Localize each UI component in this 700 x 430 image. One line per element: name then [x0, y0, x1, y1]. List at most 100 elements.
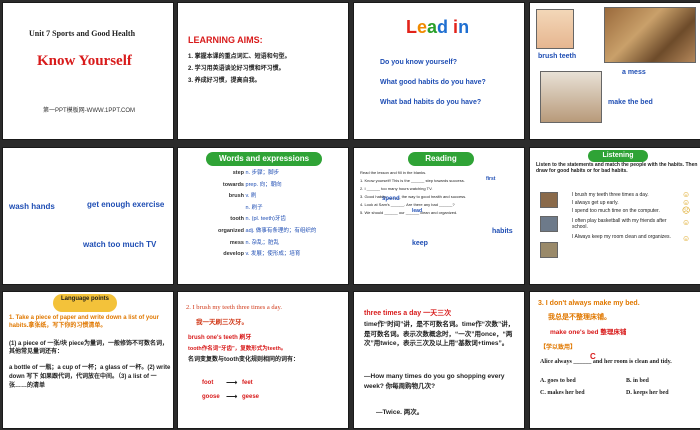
- point-text: (1) a piece of 一张/块 piece为量词，一般修饰不可数名词，其…: [9, 341, 169, 355]
- boy-brushing-photo: [536, 9, 574, 49]
- answer-text: first: [486, 176, 496, 182]
- point-text: 我总是不整理床铺。: [548, 314, 611, 321]
- blank-line: 1. Know yourself! This is the ______ ste…: [360, 178, 465, 183]
- word-to: geese: [242, 394, 260, 400]
- instruction-text: Listen to the statements and match the p…: [536, 162, 698, 174]
- statement: I often play basketball with my friends …: [572, 218, 667, 230]
- word-list: step n. 步骤；脚步 towards prep. 向；朝向 brush v…: [218, 170, 317, 258]
- person-photo: [540, 242, 558, 258]
- option: C. makes her bed: [540, 390, 585, 396]
- point-text: —Twice. 两次。: [376, 409, 424, 416]
- point-text: 1. Take a piece of paper and write down …: [9, 315, 159, 329]
- statement: I always get up early.: [572, 200, 619, 206]
- statement: I brush my teeth three times a day.: [572, 192, 649, 198]
- slide-thumbnail-2[interactable]: LEARNING AIMS: 1. 掌握本课的重点词汇、短语和句型。 2. 学习…: [177, 2, 349, 140]
- smiley-icon: ☺: [682, 234, 691, 243]
- messy-room-photo: [604, 7, 696, 63]
- word-to: feet: [242, 380, 253, 386]
- point-text: brush one's teeth 刷牙: [188, 335, 252, 341]
- slide-number: 9: [160, 420, 164, 426]
- point-text: time作“时间”讲，是不可数名词。time作“次数”讲，是可数名词。表示次数概…: [364, 321, 515, 347]
- slide-number: 12: [686, 420, 693, 426]
- point-text: 3. I don't always make my bed.: [538, 300, 640, 307]
- arrow-icon: ⟶: [226, 378, 238, 387]
- blank-line: 3. Good habits ______ the way to good he…: [360, 194, 467, 199]
- slide-thumbnail-5[interactable]: wash hands get enough exercise watch too…: [2, 147, 174, 285]
- point-text: make one's bed 整理床铺: [550, 329, 627, 336]
- blank-line: 4. Look at Sam's ______. Are there any b…: [360, 202, 455, 207]
- statement: I spend too much time on the computer.: [572, 208, 660, 214]
- slide-number: 11: [510, 420, 517, 426]
- arrow-icon: ⟶: [226, 392, 238, 401]
- slide-number: 4: [688, 132, 692, 138]
- slide-thumbnail-8[interactable]: Listening Listen to the statements and m…: [529, 147, 700, 285]
- slide-thumbnail-7[interactable]: Reading Read the lesson and fill in the …: [353, 147, 525, 285]
- slide-thumbnail-12[interactable]: 3. I don't always make my bed. 我总是不整理床铺。…: [529, 291, 700, 429]
- slide-number: 10: [334, 420, 341, 426]
- footer-text: 第一PPT模板网-WWW.1PPT.COM: [43, 108, 135, 114]
- slide-thumbnail-4[interactable]: brush teeth a mess make the bed: [529, 2, 700, 140]
- caption: get enough exercise: [87, 200, 165, 209]
- main-title: Know Yourself: [37, 53, 132, 69]
- learning-aims-heading: LEARNING AIMS:: [188, 35, 263, 45]
- slide-number: 2: [336, 132, 340, 138]
- slide-thumbnail-6[interactable]: Words and expressions step n. 步骤；脚步 towa…: [177, 147, 349, 285]
- smiley-icon: ☺: [682, 218, 691, 227]
- point-text: three times a day 一天三次: [364, 310, 452, 317]
- slide-thumbnail-3[interactable]: Lead in Do you know yourself? What good …: [353, 2, 525, 140]
- caption: wash hands: [9, 202, 55, 211]
- slide-thumbnail-11[interactable]: three times a day 一天三次 time作“时间”讲，是不可数名词…: [353, 291, 525, 429]
- answer-text: lead: [412, 208, 423, 214]
- slide-number: 8: [688, 277, 692, 283]
- unit-title: Unit 7 Sports and Good Health: [29, 29, 136, 38]
- point-text: tooth作名词“牙齿”，复数形式为teeth。: [188, 346, 287, 352]
- person-photo: [540, 192, 558, 208]
- slide-number: 7: [512, 277, 516, 283]
- answer-text: C: [590, 352, 596, 361]
- frown-icon: ☹: [682, 206, 691, 215]
- blank-line: 5. We should ______ our ______ clean and…: [360, 210, 458, 215]
- language-points-heading: Language points: [53, 294, 117, 312]
- caption: watch too much TV: [83, 240, 157, 249]
- question-text: What bad habits do you have?: [380, 99, 482, 106]
- option: B. in bed: [626, 378, 649, 384]
- slide-thumbnail-10[interactable]: 2. I brush my teeth three times a day. 我…: [177, 291, 349, 429]
- reading-heading: Reading: [408, 152, 474, 166]
- option: A. goes to bed: [540, 378, 576, 384]
- question-text: Alice always ______ and her room is clea…: [540, 359, 672, 365]
- slide-thumbnail-9[interactable]: Language points 1. Take a piece of paper…: [2, 291, 174, 429]
- point-text: —How many times do you go shopping every…: [364, 373, 505, 390]
- slide-number: 3: [512, 132, 516, 138]
- slide-number: 5: [160, 277, 164, 283]
- slide-number: 6: [336, 277, 340, 283]
- slide-number: 1: [160, 132, 164, 138]
- slide-thumbnail-1[interactable]: Unit 7 Sports and Good Health Know Yours…: [2, 2, 174, 140]
- word-from: goose: [202, 394, 220, 400]
- question-text: What good habits do you have?: [380, 79, 486, 86]
- point-text: 【学以致用】: [540, 345, 577, 351]
- answer-text: spend: [382, 196, 400, 202]
- aim-item: 2. 学习用英语谈论好习惯和坏习惯。: [188, 66, 285, 72]
- words-heading: Words and expressions: [206, 152, 322, 166]
- caption: brush teeth: [538, 53, 577, 60]
- statement: I Always keep my room clean and organize…: [572, 234, 671, 240]
- lead-in-heading: Lead in: [406, 17, 470, 37]
- option: D. keeps her bed: [626, 390, 669, 396]
- aim-item: 3. 养成好习惯，提高自我。: [188, 78, 261, 84]
- answer-text: habits: [492, 228, 513, 235]
- point-text: 我一天刷三次牙。: [196, 319, 248, 326]
- point-text: 2. I brush my teeth three times a day.: [186, 304, 282, 311]
- point-text: a bottle of 一瓶；a cup of 一杯；a glass of 一杯…: [9, 365, 171, 389]
- word-from: foot: [202, 380, 214, 386]
- aim-item: 1. 掌握本课的重点词汇、短语和句型。: [188, 54, 291, 60]
- caption: make the bed: [608, 99, 653, 106]
- answer-text: keep: [412, 240, 428, 247]
- instruction-text: Read the lesson and fill in the blanks.: [360, 170, 427, 175]
- bed-photo: [540, 71, 602, 123]
- listening-heading: Listening: [588, 150, 648, 162]
- caption: a mess: [622, 69, 646, 76]
- person-photo: [540, 216, 558, 232]
- blank-line: 2. I ______ too many hours watching TV.: [360, 186, 433, 191]
- point-text: 名词变复数与tooth变化规则相同的词有：: [188, 357, 299, 363]
- question-text: Do you know yourself?: [380, 59, 458, 66]
